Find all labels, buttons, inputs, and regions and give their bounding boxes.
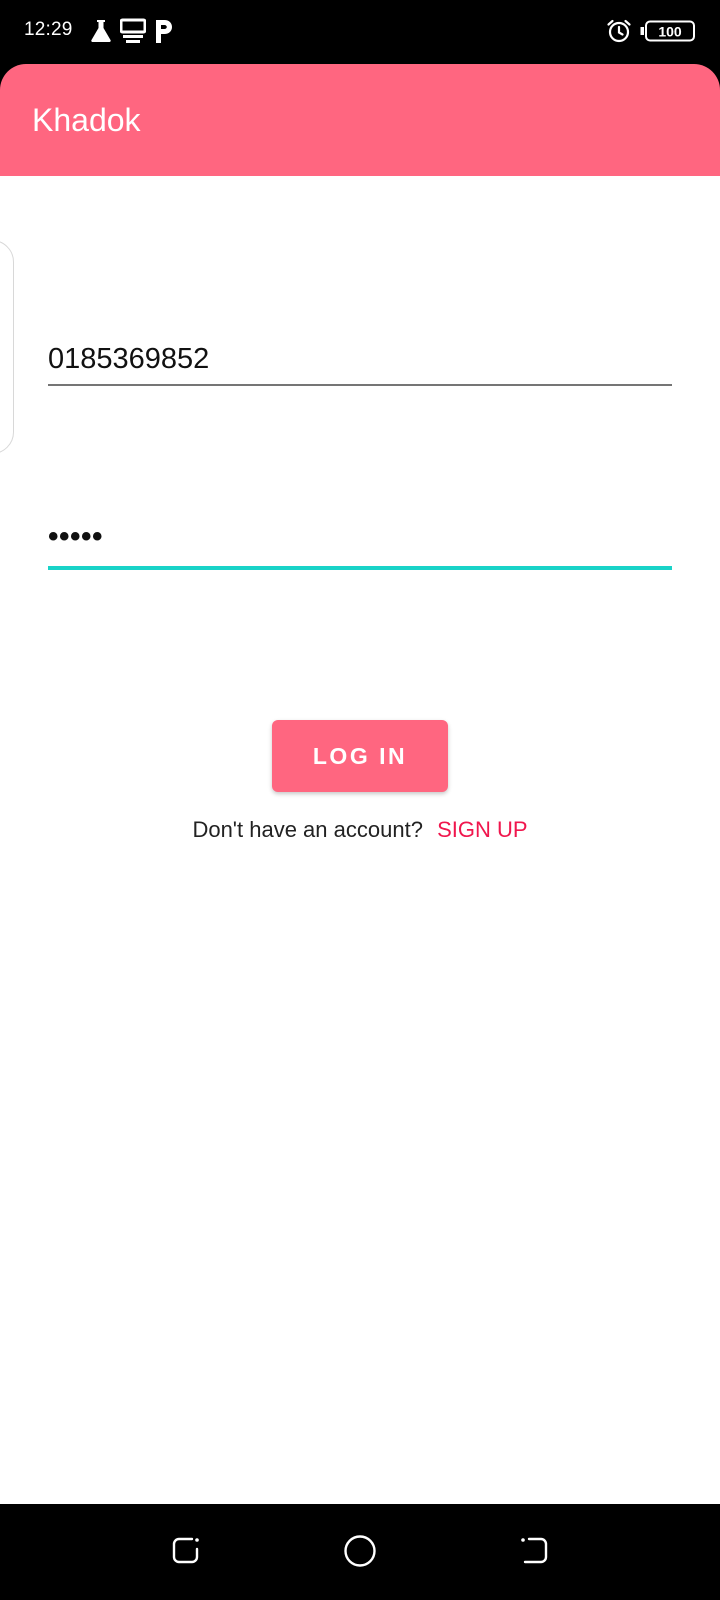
back-icon[interactable] [518,1534,550,1573]
signup-prompt: Don't have an account? [192,817,423,842]
app-bar: Khadok [0,64,720,176]
login-screen: 0185369852 ••••• LOG IN Don't have an ac… [0,176,720,1504]
home-icon[interactable] [343,1534,377,1573]
flask-icon [89,18,113,49]
login-button[interactable]: LOG IN [272,720,448,792]
navigation-bar [0,1504,720,1600]
signup-link[interactable]: SIGN UP [437,817,527,842]
status-bar: 12:29 100 [0,0,720,64]
signup-row: Don't have an account? SIGN UP [0,817,720,843]
battery-level: 100 [658,24,682,40]
server-icon [119,18,147,49]
phone-screen: 12:29 100 Khadok 0185369852 ••••• LOG IN… [0,0,720,1600]
status-time: 12:29 [24,19,73,40]
phone-value: 0185369852 [48,343,210,375]
password-value: ••••• [48,520,104,553]
side-panel-edge[interactable] [0,240,14,454]
recents-icon[interactable] [170,1534,202,1573]
app-title: Khadok [32,102,141,138]
password-field[interactable]: ••••• [48,508,672,570]
phone-field[interactable]: 0185369852 [48,326,672,386]
alarm-icon [606,18,632,49]
battery-icon: 100 [640,20,696,47]
parking-icon [154,18,174,49]
